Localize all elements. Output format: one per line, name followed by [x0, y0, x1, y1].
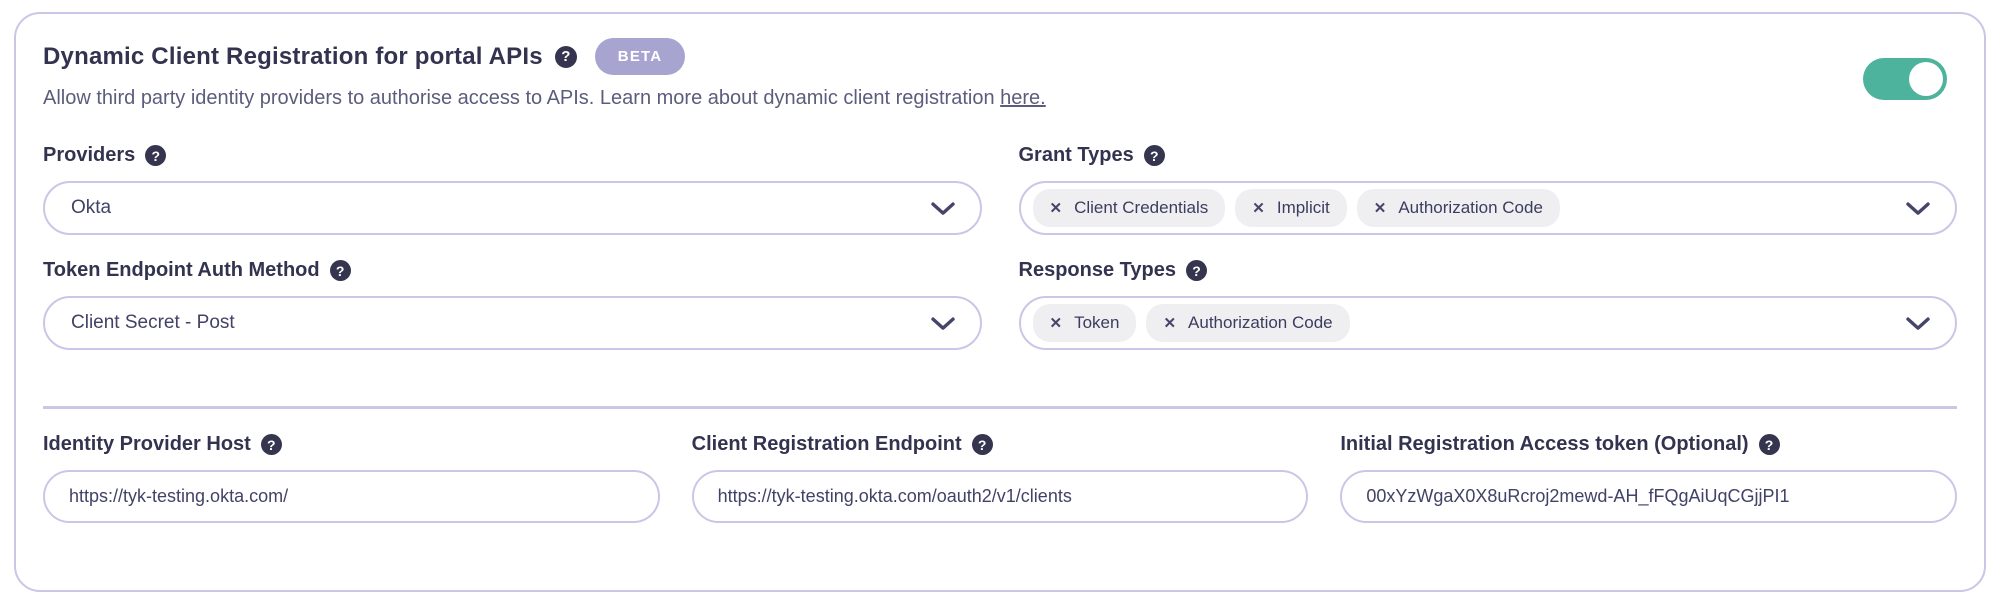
description: Allow third party identity providers to …	[43, 87, 1046, 110]
identity-provider-host-help-icon[interactable]: ?	[261, 434, 282, 455]
grant-types-label: Grant Types	[1019, 144, 1134, 167]
response-types-help-icon[interactable]: ?	[1186, 260, 1207, 281]
providers-select[interactable]: Okta	[43, 181, 982, 235]
header: Dynamic Client Registration for portal A…	[43, 38, 1957, 110]
response-types-label: Response Types	[1019, 259, 1176, 282]
field-identity-provider-host: Identity Provider Host ?	[43, 433, 660, 523]
identity-provider-host-label: Identity Provider Host	[43, 433, 251, 456]
token-endpoint-auth-method-select[interactable]: Client Secret - Post	[43, 296, 982, 350]
response-types-multiselect[interactable]: ✕ Token ✕ Authorization Code	[1019, 296, 1958, 350]
remove-tag-icon[interactable]: ✕	[1374, 201, 1387, 216]
providers-help-icon[interactable]: ?	[145, 145, 166, 166]
section-divider	[43, 406, 1957, 409]
grant-types-multiselect[interactable]: ✕ Client Credentials ✕ Implicit ✕ Author…	[1019, 181, 1958, 235]
initial-registration-access-token-input[interactable]	[1340, 470, 1957, 523]
remove-tag-icon[interactable]: ✕	[1050, 201, 1063, 216]
tag-client-credentials: ✕ Client Credentials	[1033, 189, 1226, 227]
field-initial-registration-access-token: Initial Registration Access token (Optio…	[1340, 433, 1957, 523]
dcr-settings-card: Dynamic Client Registration for portal A…	[14, 12, 1986, 592]
providers-selected-value: Okta	[71, 197, 111, 219]
tag-label: Implicit	[1277, 198, 1330, 218]
client-registration-endpoint-help-icon[interactable]: ?	[972, 434, 993, 455]
tag-implicit: ✕ Implicit	[1235, 189, 1346, 227]
header-text: Dynamic Client Registration for portal A…	[43, 38, 1046, 110]
remove-tag-icon[interactable]: ✕	[1050, 316, 1063, 331]
field-response-types: Response Types ? ✕ Token ✕ Authorization…	[1019, 259, 1958, 350]
tag-label: Token	[1074, 313, 1119, 333]
tag-authorization-code: ✕ Authorization Code	[1146, 304, 1349, 342]
providers-label: Providers	[43, 144, 135, 167]
client-registration-endpoint-input[interactable]	[692, 470, 1309, 523]
bottom-form-grid: Identity Provider Host ? Client Registra…	[43, 433, 1957, 523]
title-help-icon[interactable]: ?	[555, 46, 577, 68]
learn-more-link[interactable]: here.	[1000, 87, 1046, 109]
description-text: Allow third party identity providers to …	[43, 87, 1000, 109]
client-registration-endpoint-label: Client Registration Endpoint	[692, 433, 962, 456]
tag-authorization-code: ✕ Authorization Code	[1357, 189, 1560, 227]
dcr-enabled-toggle[interactable]	[1863, 58, 1947, 100]
chevron-down-icon	[1905, 316, 1931, 331]
chevron-down-icon	[930, 201, 956, 216]
top-form-grid: Providers ? Okta Grant Types ? ✕ Client …	[43, 144, 1957, 350]
page-title: Dynamic Client Registration for portal A…	[43, 43, 543, 71]
tag-label: Client Credentials	[1074, 198, 1208, 218]
chevron-down-icon	[1905, 201, 1931, 216]
tag-label: Authorization Code	[1188, 313, 1333, 333]
toggle-knob	[1909, 62, 1943, 96]
grant-types-help-icon[interactable]: ?	[1144, 145, 1165, 166]
token-endpoint-auth-method-help-icon[interactable]: ?	[330, 260, 351, 281]
initial-registration-access-token-label: Initial Registration Access token (Optio…	[1340, 433, 1748, 456]
tag-token: ✕ Token	[1033, 304, 1137, 342]
identity-provider-host-input[interactable]	[43, 470, 660, 523]
field-client-registration-endpoint: Client Registration Endpoint ?	[692, 433, 1309, 523]
field-token-endpoint-auth-method: Token Endpoint Auth Method ? Client Secr…	[43, 259, 982, 350]
field-providers: Providers ? Okta	[43, 144, 982, 235]
initial-registration-access-token-help-icon[interactable]: ?	[1759, 434, 1780, 455]
token-endpoint-auth-method-selected-value: Client Secret - Post	[71, 312, 235, 334]
remove-tag-icon[interactable]: ✕	[1252, 201, 1265, 216]
beta-badge: BETA	[595, 38, 686, 75]
chevron-down-icon	[930, 316, 956, 331]
remove-tag-icon[interactable]: ✕	[1163, 316, 1176, 331]
token-endpoint-auth-method-label: Token Endpoint Auth Method	[43, 259, 320, 282]
field-grant-types: Grant Types ? ✕ Client Credentials ✕ Imp…	[1019, 144, 1958, 235]
tag-label: Authorization Code	[1398, 198, 1543, 218]
